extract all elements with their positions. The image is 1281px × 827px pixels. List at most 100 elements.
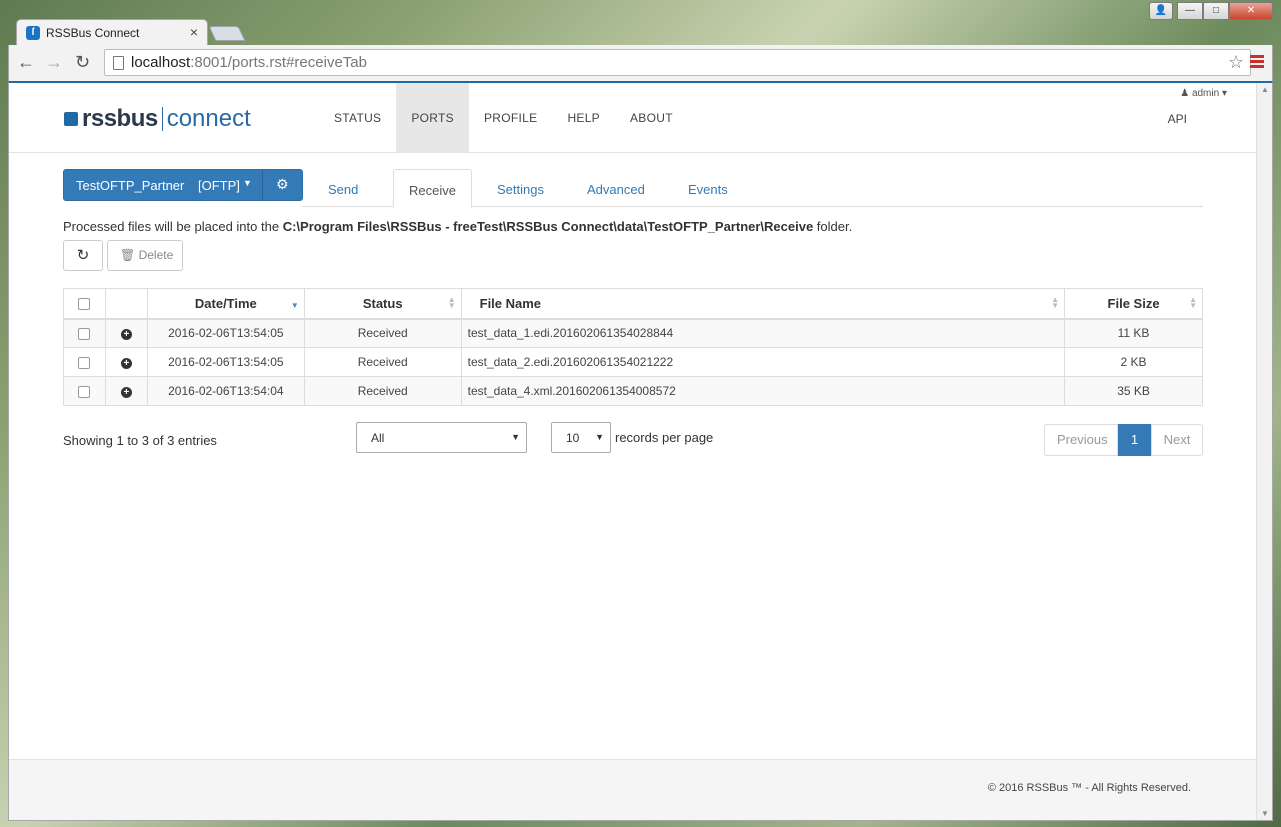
- row-filesize: 2 KB: [1064, 347, 1203, 377]
- row-expand-cell: +: [104, 347, 148, 377]
- minimize-button[interactable]: —: [1177, 2, 1203, 20]
- row-date: 2016-02-06T13:54:04: [146, 376, 305, 406]
- caret-down-icon: ▼: [243, 178, 252, 188]
- close-window-button[interactable]: ✕: [1229, 2, 1273, 20]
- nav-ports[interactable]: PORTS: [396, 83, 469, 153]
- select-all-checkbox[interactable]: [78, 298, 91, 311]
- column-header-filename[interactable]: File Name ▲ ▼: [460, 288, 1066, 320]
- address-bar[interactable]: localhost:8001/ports.rst#receiveTab ☆: [104, 49, 1251, 76]
- row-checkbox[interactable]: [78, 356, 91, 369]
- trash-icon: 🗑: [120, 248, 139, 262]
- info-prefix: Processed files will be placed into the: [63, 219, 283, 234]
- rssbus-logo[interactable]: rssbus connect: [64, 105, 251, 133]
- tab-events[interactable]: Events: [673, 169, 743, 208]
- dropdown-arrow-icon: ▼: [595, 432, 604, 442]
- filesize-header-label: File Size: [1107, 295, 1160, 311]
- row-expand-cell: +: [104, 318, 148, 348]
- tab-advanced[interactable]: Advanced: [572, 169, 660, 208]
- api-link[interactable]: API: [1168, 112, 1187, 126]
- gear-icon[interactable]: ⚙: [276, 176, 289, 193]
- expand-plus-icon[interactable]: +: [120, 358, 132, 369]
- nav-about[interactable]: ABOUT: [615, 83, 688, 153]
- tab-close-icon[interactable]: ×: [190, 24, 198, 40]
- row-status: Received: [303, 376, 462, 406]
- row-status: Received: [303, 318, 462, 348]
- url-host: localhost: [131, 54, 191, 71]
- user-icon: ♟: [1180, 88, 1192, 99]
- page-1-button[interactable]: 1: [1118, 424, 1151, 456]
- row-expand-cell: +: [104, 376, 148, 406]
- row-filename: test_data_2.edi.201602061354021222: [460, 347, 1066, 377]
- row-select-cell: [63, 376, 106, 406]
- tab-title: RSSBus Connect: [46, 26, 140, 40]
- column-header-status[interactable]: Status ▲ ▼: [303, 288, 462, 320]
- info-suffix: folder.: [813, 219, 853, 234]
- tab-send[interactable]: Send: [313, 169, 373, 208]
- page-size-value: 10: [566, 431, 580, 445]
- url-text[interactable]: localhost:8001/ports.rst#receiveTab: [131, 54, 367, 71]
- bookmark-star-icon[interactable]: ☆: [1228, 52, 1244, 73]
- status-header-label: Status: [362, 295, 403, 311]
- nav-status[interactable]: STATUS: [319, 83, 396, 153]
- main-nav: STATUS PORTS PROFILE HELP ABOUT: [319, 83, 688, 153]
- logo-divider: [161, 107, 163, 131]
- table-row[interactable]: + 2016-02-06T13:54:05 Received test_data…: [63, 347, 1203, 377]
- next-page-button[interactable]: Next: [1151, 424, 1203, 456]
- button-divider: [262, 170, 263, 200]
- nav-help[interactable]: HELP: [552, 83, 615, 153]
- scroll-up-icon[interactable]: ▲: [1261, 85, 1269, 94]
- user-profile-icon[interactable]: 👤: [1149, 2, 1173, 20]
- admin-user-menu[interactable]: ♟ admin ▾: [1180, 88, 1227, 99]
- column-header-filesize[interactable]: File Size ▲ ▼: [1064, 288, 1203, 320]
- row-select-cell: [63, 347, 106, 377]
- receive-folder-path: C:\Program Files\RSSBus - freeTest\RSSBu…: [282, 219, 814, 234]
- previous-page-button[interactable]: Previous: [1044, 424, 1118, 456]
- browser-tab[interactable]: ſ RSSBus Connect ×: [16, 19, 208, 46]
- port-tabs: Send Receive Settings Advanced Events: [303, 169, 1203, 208]
- expand-plus-icon[interactable]: +: [120, 329, 132, 341]
- received-files-table: Date/Time ▼ Status ▲ ▼ File Name ▲ ▼ File Siz…: [63, 288, 1203, 406]
- page-icon: [113, 56, 124, 70]
- refresh-button[interactable]: ↻: [63, 240, 103, 271]
- delete-button[interactable]: 🗑 Delete: [107, 240, 183, 271]
- dropdown-arrow-icon: ▼: [511, 432, 520, 442]
- sort-icon: ▲ ▼: [1189, 295, 1197, 310]
- expand-plus-icon[interactable]: +: [120, 387, 132, 398]
- nav-profile[interactable]: PROFILE: [469, 83, 552, 153]
- table-row[interactable]: + 2016-02-06T13:54:05 Received test_data…: [63, 318, 1203, 348]
- row-checkbox[interactable]: [78, 328, 91, 341]
- site-header: rssbus connect STATUS PORTS PROFILE HELP…: [9, 83, 1257, 153]
- window-controls: 👤 — □ ✕: [1149, 2, 1273, 20]
- vertical-scrollbar[interactable]: ▲ ▼: [1256, 83, 1272, 820]
- receive-folder-info: Processed files will be placed into the …: [63, 219, 852, 234]
- admin-label: admin: [1191, 88, 1220, 99]
- pagination: Previous 1 Next: [1044, 424, 1203, 456]
- row-checkbox[interactable]: [78, 385, 91, 398]
- tab-receive[interactable]: Receive: [393, 169, 472, 208]
- site-footer: © 2016 RSSBus ™ - All Rights Reserved.: [9, 759, 1257, 820]
- table-row[interactable]: + 2016-02-06T13:54:04 Received test_data…: [63, 376, 1203, 406]
- filter-value: All: [371, 431, 385, 445]
- sort-icon: ▲ ▼: [447, 295, 456, 310]
- back-arrow-icon[interactable]: ←: [17, 52, 35, 73]
- url-path: :8001/ports.rst#receiveTab: [190, 54, 367, 71]
- logo-mark-icon: [64, 112, 78, 126]
- browser-menu-icon[interactable]: [1250, 55, 1264, 70]
- column-header-date[interactable]: Date/Time ▼: [146, 288, 305, 320]
- filename-header-label: File Name: [479, 295, 542, 311]
- select-all-header: [63, 288, 106, 320]
- forward-arrow-icon[interactable]: →: [45, 52, 63, 73]
- row-date: 2016-02-06T13:54:05: [146, 318, 305, 348]
- new-tab-button[interactable]: [208, 26, 246, 41]
- reload-icon[interactable]: ↻: [75, 52, 90, 73]
- port-selector-button[interactable]: TestOFTP_Partner [OFTP] ▼ ⚙: [63, 169, 303, 201]
- browser-window: ſ RSSBus Connect × 👤 — □ ✕ ← → ↻ localho…: [0, 0, 1281, 827]
- maximize-button[interactable]: □: [1203, 2, 1229, 20]
- port-name: TestOFTP_Partner: [76, 178, 185, 193]
- filter-select[interactable]: All ▼: [356, 422, 527, 453]
- scroll-down-icon[interactable]: ▼: [1261, 809, 1269, 818]
- page-size-select[interactable]: 10 ▼: [551, 422, 611, 453]
- row-filesize: 35 KB: [1064, 376, 1203, 406]
- records-per-page-label: records per page: [615, 430, 714, 445]
- tab-settings[interactable]: Settings: [482, 169, 559, 208]
